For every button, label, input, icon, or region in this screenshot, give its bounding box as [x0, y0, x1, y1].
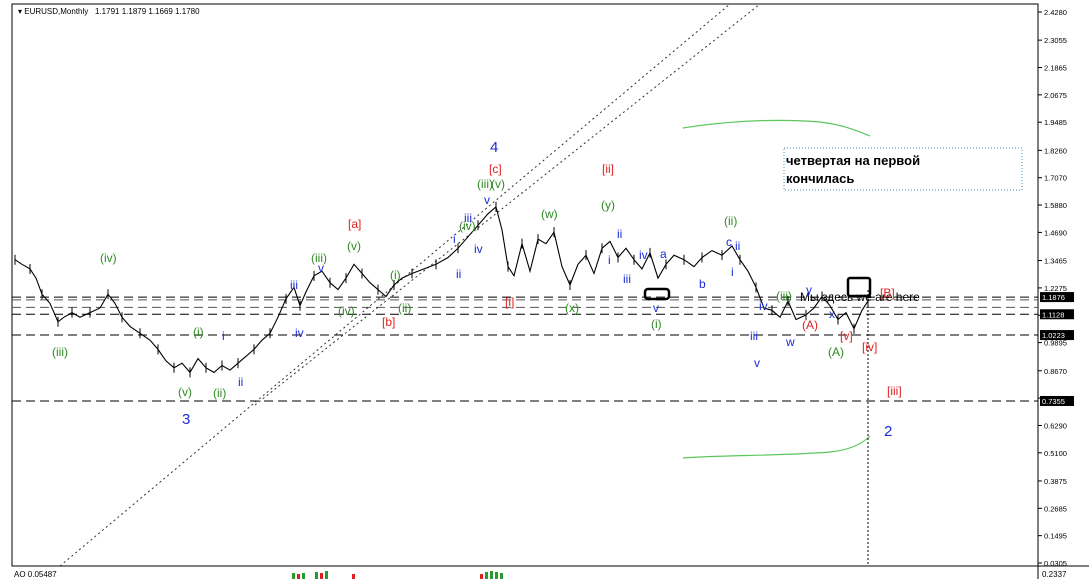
axis-tick-label: 1.4690	[1044, 228, 1067, 237]
wave-label: 5	[0, 0, 8, 4]
wave-label: a	[660, 247, 667, 261]
wave-label: (i)	[390, 268, 401, 282]
wave-label: [a]	[348, 217, 361, 231]
wave-label: iv	[474, 242, 483, 256]
axis-tick-label: 0.6290	[1044, 421, 1067, 430]
wave-label: i	[731, 265, 734, 279]
wave-label: [v]	[840, 329, 853, 343]
wave-label: [b]	[382, 315, 395, 329]
wave-label: (iii)	[52, 345, 68, 359]
wave-label: (ii)	[398, 301, 411, 315]
wave-label: i	[608, 253, 611, 267]
wave-label: (A)	[828, 345, 844, 359]
price-tag: 1.1128	[1042, 310, 1064, 319]
chart-window[interactable]: 2.4280 2.3055 2.1865 2.0675 1.9485 1.8260 1.70…	[0, 0, 1089, 579]
wave-label: (x)	[565, 301, 579, 315]
price-chart[interactable]: 2.4280 2.3055 2.1865 2.0675 1.9485 1.8260 1.70…	[0, 0, 1089, 579]
wave-label: 3	[182, 411, 190, 428]
header-ohlc: 1.1791 1.1879 1.1669 1.1780	[95, 7, 200, 16]
ao-histogram	[292, 571, 503, 579]
wave-label: (ii)	[724, 214, 737, 228]
wave-label: ii	[238, 375, 243, 389]
wave-label: x	[829, 307, 835, 321]
wave-label: (i)	[651, 317, 662, 331]
subwindow-scale-value: 0.2337	[1042, 570, 1067, 579]
axis-tick-label: 0.2685	[1044, 504, 1067, 513]
wave-label: (iv)	[100, 251, 117, 265]
axis-tick-label: 2.4280	[1044, 8, 1067, 17]
axis-tick-label: 1.9485	[1044, 118, 1067, 127]
axis-tick-label: 0.3875	[1044, 477, 1067, 486]
wave-label: (v)	[178, 385, 192, 399]
wave-label: y	[806, 283, 812, 297]
axis-tick-label: 0.0305	[1044, 559, 1067, 568]
wave-label: (iv)	[459, 219, 476, 233]
price-axis: 2.4280 2.3055 2.1865 2.0675 1.9485 1.8260 1.70…	[1038, 8, 1067, 568]
wave-label: (ii)	[213, 386, 226, 400]
wave-label: (i)	[193, 325, 204, 339]
wave-label: (iv)	[338, 304, 355, 318]
wave-label: (y)	[601, 198, 615, 212]
wave-label: iii	[290, 278, 298, 292]
wave-label: 4	[490, 139, 498, 156]
price-tag: 1.0223	[1042, 331, 1065, 340]
axis-tick-label: 2.0675	[1044, 91, 1067, 100]
wave-label: (iii)	[776, 289, 792, 303]
wave-label: iii	[750, 329, 758, 343]
wave-label: [ii]	[602, 162, 614, 176]
wave-label: (w)	[541, 207, 558, 221]
axis-tick-label: 1.8260	[1044, 146, 1067, 155]
wave-label: b	[699, 277, 706, 291]
wave-label: 2	[884, 423, 892, 440]
wave-label: (v)	[347, 239, 361, 253]
wave-label: iv	[295, 326, 304, 340]
axis-tick-label: 2.3055	[1044, 36, 1067, 45]
axis-tick-label: 1.7070	[1044, 174, 1067, 183]
header-symbol: ▾ EURUSD,Monthly	[18, 7, 88, 16]
wave-label: v	[484, 193, 490, 207]
indicator-label: AO 0.05487	[14, 570, 57, 579]
wave-label: w	[785, 335, 795, 349]
wave-label: iv	[759, 299, 768, 313]
chart-frame	[11, 3, 1039, 567]
axis-tick-label: 0.1495	[1044, 532, 1067, 541]
wave-label: [c]	[489, 162, 502, 176]
axis-tick-label: 0.8670	[1044, 367, 1067, 376]
price-tag: 1.1876	[1042, 293, 1065, 302]
axis-tick-label: 0.5100	[1044, 449, 1067, 458]
wave-label: v	[754, 356, 760, 370]
price-tags: 1.1876 1.1128 1.0223 0.7355	[1040, 292, 1074, 406]
wave-label: c	[726, 235, 732, 249]
wave-label: ii	[617, 227, 622, 241]
wave-label: [B]	[880, 286, 895, 300]
wave-label: (A)	[802, 318, 818, 332]
axis-tick-label: 1.5880	[1044, 201, 1067, 210]
axis-tick-label: 2.1865	[1044, 64, 1067, 73]
wave-label: [iv]	[862, 340, 877, 354]
wave-label: (v)	[491, 177, 505, 191]
wave-label: v	[653, 301, 659, 315]
wave-label: [i]	[505, 295, 514, 309]
axis-tick-label: 1.3465	[1044, 257, 1067, 266]
wave-label: ii	[735, 239, 740, 253]
wave-label: i	[453, 232, 456, 246]
wave-label: iv	[639, 248, 648, 262]
wave-label: [iii]	[887, 384, 902, 398]
annotation-line2: кончилась	[786, 171, 854, 186]
wave-label: iii	[623, 272, 631, 286]
wave-label: v	[318, 261, 324, 275]
wave-label: i	[222, 329, 225, 343]
axis-tick-label: 1.2275	[1044, 284, 1067, 293]
wave-label: ii	[456, 267, 461, 281]
price-tag: 0.7355	[1042, 397, 1065, 406]
annotation-line1: четвертая на первой	[786, 153, 920, 168]
